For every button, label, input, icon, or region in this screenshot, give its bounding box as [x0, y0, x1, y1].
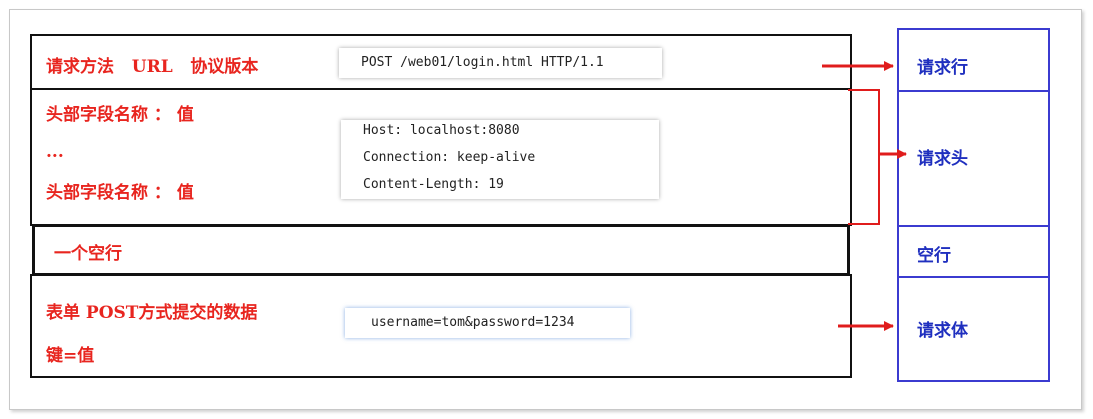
header-bracket [848, 89, 880, 225]
connector-overlay [822, 61, 907, 331]
